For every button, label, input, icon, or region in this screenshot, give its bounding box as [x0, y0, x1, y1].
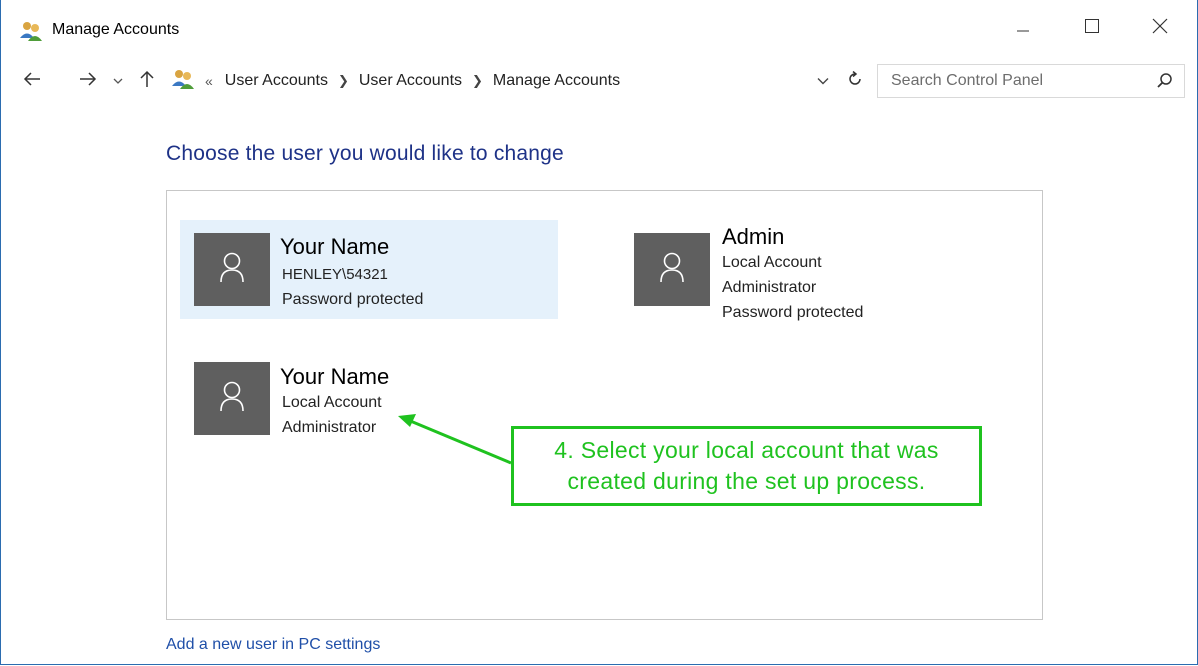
user-icon [659, 251, 685, 288]
page-title: Choose the user you would like to change [166, 142, 564, 165]
search-box[interactable] [877, 64, 1185, 98]
account-tile-admin[interactable]: Admin Local Account Administrator Passwo… [621, 220, 941, 330]
avatar [194, 362, 270, 435]
user-icon [219, 380, 245, 417]
address-dropdown-button[interactable] [812, 62, 834, 100]
close-icon [1152, 18, 1168, 39]
account-status: Password protected [722, 304, 864, 321]
search-icon[interactable] [1156, 72, 1174, 90]
user-icon [219, 251, 245, 288]
breadcrumb-overflow[interactable]: « [205, 73, 213, 89]
avatar [194, 233, 270, 306]
account-role: Administrator [722, 279, 817, 296]
account-status: Password protected [282, 291, 424, 308]
add-new-user-link[interactable]: Add a new user in PC settings [166, 636, 380, 654]
annotation-line-1: 4. Select your local account that was [554, 437, 939, 463]
maximize-button[interactable] [1069, 8, 1115, 48]
breadcrumb-user-accounts[interactable]: User Accounts [225, 72, 328, 90]
account-tile-your-name-local[interactable]: Your Name Local Account Administrator [180, 352, 480, 444]
up-arrow-icon [140, 70, 154, 93]
account-type: Local Account [282, 394, 382, 411]
account-name: Your Name [280, 364, 390, 389]
account-type: Local Account [722, 254, 822, 271]
title-bar: Manage Accounts [1, 0, 1197, 62]
breadcrumb-manage-accounts[interactable]: Manage Accounts [493, 72, 620, 90]
account-name: Your Name [280, 234, 390, 259]
account-name: Admin [722, 224, 785, 249]
minimize-button[interactable] [1000, 8, 1046, 48]
chevron-down-icon [817, 72, 829, 90]
annotation-text: 4. Select your local account that was cr… [554, 435, 938, 497]
account-tile-your-name-henley[interactable]: Your Name HENLEY\54321 Password protecte… [180, 220, 558, 319]
up-button[interactable] [135, 62, 159, 100]
recent-locations-button[interactable] [111, 62, 125, 100]
back-arrow-icon [23, 71, 41, 91]
search-input[interactable] [878, 65, 1151, 97]
annotation-callout: 4. Select your local account that was cr… [511, 426, 982, 506]
breadcrumb-separator-icon[interactable]: ❯ [338, 73, 349, 89]
chevron-down-icon [113, 72, 123, 90]
avatar [634, 233, 710, 306]
navigation-bar: « User Accounts ❯ User Accounts ❯ Manage… [1, 62, 1197, 100]
breadcrumb: « User Accounts ❯ User Accounts ❯ Manage… [205, 62, 620, 100]
manage-accounts-window: Manage Accounts « User Accounts ❯ User A… [0, 0, 1198, 665]
back-button[interactable] [19, 62, 45, 100]
annotation-line-2: created during the set up process. [567, 468, 926, 494]
breadcrumb-separator-icon[interactable]: ❯ [472, 73, 483, 89]
minimize-icon [1015, 18, 1031, 39]
close-button[interactable] [1137, 8, 1183, 48]
user-accounts-icon [19, 20, 43, 42]
breadcrumb-user-accounts-2[interactable]: User Accounts [359, 72, 462, 90]
window-title: Manage Accounts [52, 21, 180, 38]
maximize-icon [1084, 18, 1100, 39]
refresh-icon [847, 70, 863, 92]
account-role: Administrator [282, 419, 377, 436]
control-panel-users-icon [171, 68, 195, 90]
account-domain: HENLEY\54321 [282, 266, 388, 283]
forward-arrow-icon [79, 71, 97, 91]
refresh-button[interactable] [843, 62, 867, 100]
forward-button[interactable] [75, 62, 101, 100]
